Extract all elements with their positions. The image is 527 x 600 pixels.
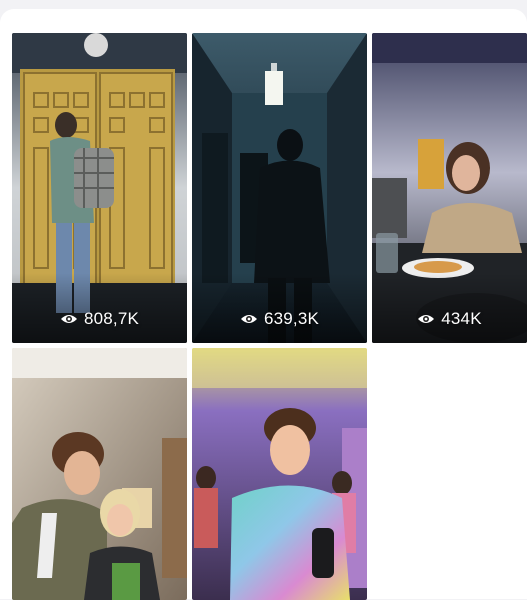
view-count-text-1: 808,7K [83,309,140,328]
eye-icon [60,315,77,323]
app-frame: 808,7K 639,3K 434K [0,0,527,600]
video-gallery-card: 808,7K 639,3K 434K [0,9,527,600]
view-count-3: 434K [372,309,527,329]
video-grid: 808,7K 639,3K 434K [12,33,527,600]
eye-icon [418,315,435,323]
eye-icon [240,315,257,323]
thumbnail-shade [372,273,527,343]
video-tile-3[interactable]: 434K [372,33,527,343]
video-thumbnail-4 [12,348,187,600]
view-count-2: 639,3K [192,309,367,329]
video-tile-4[interactable] [12,348,187,600]
view-count-1: 808,7K [12,309,187,329]
view-count-text-2: 639,3K [263,309,320,328]
video-tile-2[interactable]: 639,3K [192,33,367,343]
video-tile-5[interactable] [192,348,367,600]
thumbnail-shade [192,273,367,343]
view-count-text-3: 434K [441,309,482,328]
video-tile-1[interactable]: 808,7K [12,33,187,343]
thumbnail-shade [12,273,187,343]
video-thumbnail-5 [192,348,367,600]
